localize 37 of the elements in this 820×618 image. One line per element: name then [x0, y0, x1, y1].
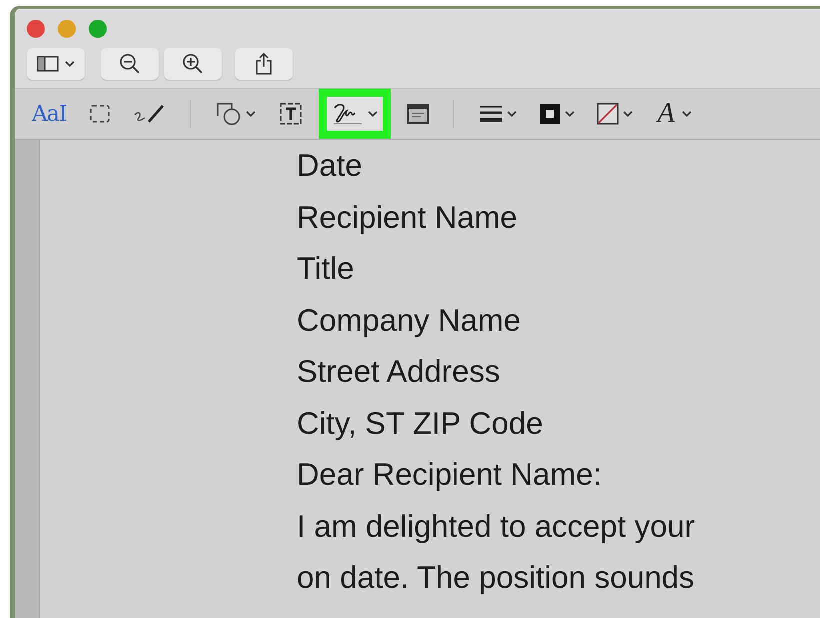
document-line: Dear Recipient Name:	[297, 456, 603, 494]
sidebar-button[interactable]	[27, 48, 85, 80]
font-tool[interactable]: A	[650, 97, 697, 131]
document-line: Date	[297, 147, 364, 185]
shapes-icon	[216, 102, 242, 126]
document-line: City, ST ZIP Code	[297, 404, 544, 442]
zoom-out-icon	[119, 53, 141, 75]
fill-color-icon	[596, 103, 619, 125]
zoom-in-button[interactable]	[164, 48, 222, 80]
text-box-icon	[278, 102, 304, 126]
note-icon	[406, 103, 430, 125]
document-line: Street Address	[297, 353, 502, 391]
caret-icon	[506, 110, 517, 118]
document-line: Company Name	[297, 302, 522, 340]
caret-icon	[622, 110, 633, 118]
text-select-tool[interactable]: AaI	[27, 97, 72, 131]
document-line: on date. The position sounds	[297, 559, 696, 597]
document-line: Title	[297, 250, 356, 288]
close-window-button[interactable]	[27, 20, 45, 38]
signature-icon	[332, 102, 364, 126]
line-style-icon	[478, 104, 503, 124]
sidebar-icon	[37, 56, 59, 72]
caret-icon	[65, 60, 75, 68]
share-icon	[255, 53, 273, 75]
caret-icon	[368, 110, 378, 118]
document-line: Recipient Name	[297, 198, 519, 236]
zoom-out-button[interactable]	[101, 48, 159, 80]
selection-icon	[88, 104, 111, 124]
pencil-scribble-icon	[132, 103, 167, 125]
caret-icon	[682, 110, 692, 118]
border-color-icon	[538, 103, 561, 125]
caret-icon	[246, 110, 256, 118]
signature-tool[interactable]	[326, 97, 383, 131]
share-button[interactable]	[235, 48, 293, 80]
zoom-in-icon	[182, 53, 204, 75]
document-line: I am delighted to accept your	[297, 508, 696, 546]
caret-icon	[564, 110, 575, 118]
